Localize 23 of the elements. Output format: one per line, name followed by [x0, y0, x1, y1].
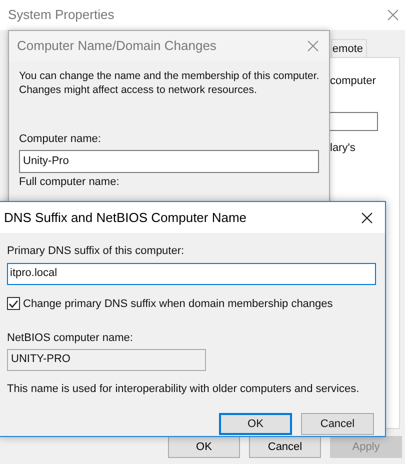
input-field[interactable]: itpro.local: [7, 262, 376, 284]
window-title: System Properties: [8, 6, 114, 24]
dialog-button[interactable]: Cancel: [249, 436, 321, 458]
check-icon: [9, 300, 18, 308]
note-text: This name is used for interoperability with older computers and services.: [7, 382, 360, 396]
tab[interactable]: emote: [331, 39, 367, 58]
dialog-title: Computer Name/Domain Changes: [17, 37, 216, 56]
checkbox-label: Change primary DNS suffix when domain membership changes: [23, 296, 333, 312]
close-icon[interactable]: [361, 212, 373, 224]
dialog-button[interactable]: Cancel: [301, 413, 374, 435]
panel-text: lary's: [330, 141, 356, 156]
field-label: NetBIOS computer name:: [7, 331, 134, 346]
panel-text: computer: [330, 74, 376, 89]
dialog-button[interactable]: OK: [168, 436, 240, 458]
checkbox[interactable]: [7, 297, 20, 310]
dialog-button[interactable]: OK: [219, 413, 292, 435]
field-label: Primary DNS suffix of this computer:: [7, 244, 186, 259]
dialog-title: DNS Suffix and NetBIOS Computer Name: [4, 208, 247, 227]
field-label: Full computer name:: [19, 176, 120, 188]
description-text: You can change the name and the membership of this computer. Changes might affect access to network resources.: [19, 69, 320, 97]
readonly-field: UNITY-PRO: [7, 348, 206, 370]
field-label: Computer name:: [19, 132, 102, 147]
input-field[interactable]: Unity-Pro: [19, 150, 319, 172]
